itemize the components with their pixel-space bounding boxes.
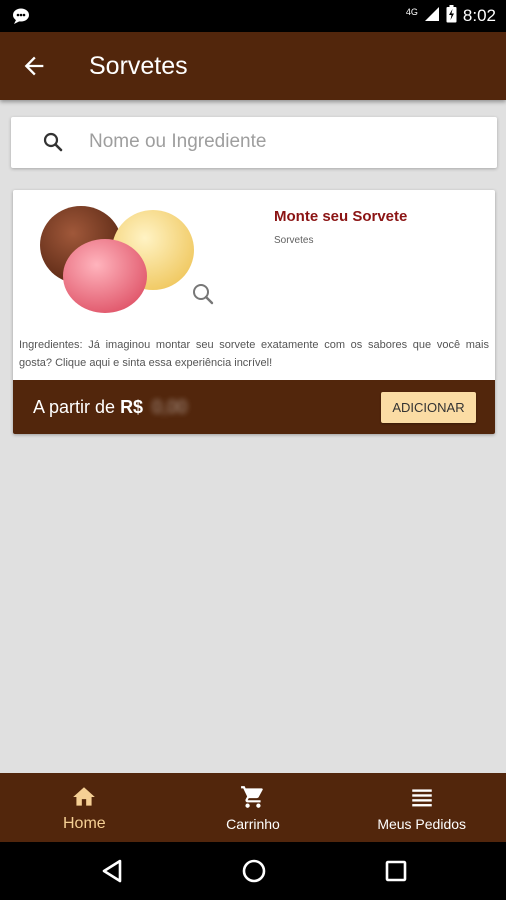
system-navigation-bar — [0, 842, 506, 900]
system-home-icon[interactable] — [240, 857, 268, 885]
nav-item-orders[interactable]: Meus Pedidos — [337, 773, 506, 842]
list-icon — [411, 789, 432, 807]
page-title: Sorvetes — [89, 52, 188, 80]
add-button[interactable]: ADICIONAR — [381, 392, 476, 423]
back-button[interactable] — [20, 52, 48, 80]
home-icon — [73, 787, 96, 806]
nav-label-home: Home — [62, 815, 106, 832]
product-image — [25, 200, 205, 315]
nav-label-cart: Carrinho — [226, 816, 280, 832]
nav-item-cart[interactable]: Carrinho — [169, 773, 338, 842]
app-bar: Sorvetes — [0, 32, 506, 100]
notification-icon — [12, 7, 32, 30]
nav-label-orders: Meus Pedidos — [377, 816, 467, 832]
battery-charging-icon — [446, 4, 457, 28]
product-price: A partir de R$ 0,00 — [33, 397, 187, 418]
search-icon — [41, 130, 65, 159]
product-category: Sorvetes — [274, 235, 314, 246]
system-back-icon[interactable] — [98, 857, 126, 885]
arrow-left-icon — [24, 56, 44, 76]
bottom-navigation: Home Carrinho Meus Pedidos — [0, 773, 506, 842]
product-footer: A partir de R$ 0,00 ADICIONAR — [13, 380, 495, 434]
search-bar — [11, 117, 497, 168]
product-description: Ingredientes: Já imaginou montar seu sor… — [19, 339, 489, 369]
price-value: 0,00 — [152, 397, 188, 417]
signal-icon — [424, 6, 440, 27]
status-bar: 4G 8:02 — [0, 0, 506, 32]
product-card[interactable]: Monte seu Sorvete Sorvetes Ingredientes:… — [13, 190, 495, 434]
price-prefix: A partir de — [33, 397, 116, 417]
price-currency: R$ — [120, 397, 144, 417]
system-recents-icon[interactable] — [382, 857, 410, 885]
nav-item-home[interactable]: Home — [0, 773, 169, 842]
network-type: 4G — [405, 7, 418, 17]
status-time: 8:02 — [462, 6, 496, 25]
search-input[interactable] — [89, 127, 479, 157]
cart-icon — [241, 786, 263, 808]
product-name: Monte seu Sorvete — [274, 208, 408, 225]
zoom-icon[interactable] — [191, 282, 215, 311]
